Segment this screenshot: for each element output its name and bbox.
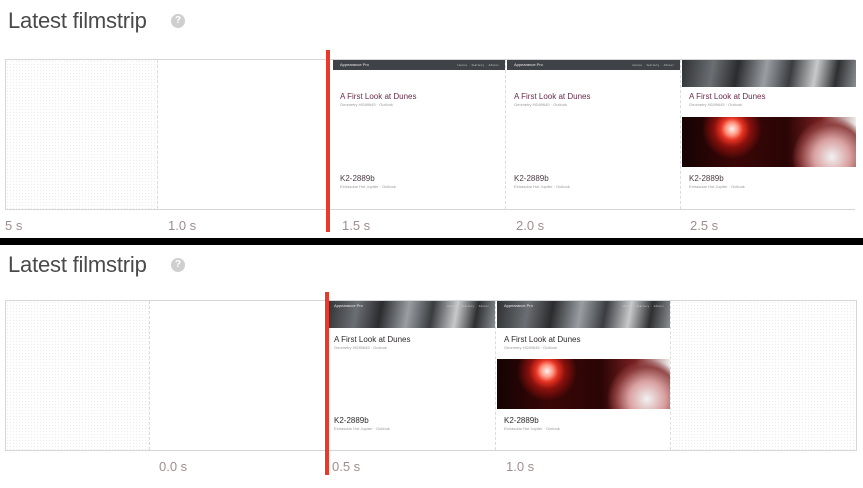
thumbnail-subtitle-2: Extrasolar Hot Jupiter · Outlook — [334, 426, 390, 431]
filmstrip-frame-4[interactable]: Appearance Pro Home · Gallery · About A … — [507, 60, 681, 209]
thumbnail-navbar: Appearance Pro Home · Gallery · About — [327, 301, 495, 328]
filmstrip-frame-5[interactable] — [672, 301, 856, 450]
thumbnail-subtitle-2: Extrasolar Hot Jupiter · Outlook — [689, 184, 745, 189]
time-label: 1.0 s — [506, 459, 535, 474]
thumbnail-brand: Appearance Pro — [504, 303, 533, 308]
filmstrip: Appearance Pro Home · Gallery · About A … — [5, 59, 856, 210]
filmstrip-frame-4[interactable]: Appearance Pro Home · Gallery · About A … — [497, 301, 671, 450]
filmstrip-frame-1[interactable] — [6, 301, 150, 450]
thumbnail-heading-2: K2-2889b — [340, 174, 375, 183]
thumbnail-hero-image — [682, 60, 856, 87]
thumbnail-heading: A First Look at Dunes — [514, 92, 591, 101]
thumbnail-heading-2: K2-2889b — [689, 174, 724, 183]
thumbnail-heading: A First Look at Dunes — [689, 92, 766, 101]
panel-title: Latest filmstrip — [8, 8, 147, 33]
filmstrip-frame-1[interactable] — [6, 60, 158, 209]
playhead-marker[interactable] — [326, 50, 330, 232]
filmstrip-frame-5[interactable]: A First Look at Dunes Geometry HD89645 ·… — [682, 60, 856, 209]
thumbnail-subtitle: Geometry HD89645 · Outlook — [340, 102, 393, 107]
thumbnail-heading-2: K2-2889b — [334, 416, 369, 425]
thumbnail-navbar: Appearance Pro Home · Gallery · About — [507, 60, 680, 70]
filmstrip: Appearance Pro Home · Gallery · About A … — [5, 300, 857, 451]
thumbnail-heading-2: K2-2889b — [504, 416, 539, 425]
thumbnail-brand: Appearance Pro — [334, 303, 363, 308]
filmstrip-panel-bottom: Latest filmstrip ? Appearance Pro Home ·… — [0, 245, 863, 488]
help-icon[interactable]: ? — [171, 14, 185, 28]
thumbnail-heading: A First Look at Dunes — [504, 335, 581, 344]
time-label: 2.0 s — [516, 218, 545, 233]
thumbnail-brand: Appearance Pro — [340, 62, 369, 67]
panel-divider — [0, 238, 863, 245]
playhead-marker[interactable] — [325, 292, 329, 475]
filmstrip-frame-3[interactable]: Appearance Pro Home · Gallery · About A … — [327, 301, 496, 450]
thumbnail-subtitle-2: Extrasolar Hot Jupiter · Outlook — [504, 426, 560, 431]
thumbnail-navbar: Appearance Pro Home · Gallery · About — [333, 60, 505, 70]
time-label: 2.5 s — [690, 218, 719, 233]
help-icon[interactable]: ? — [171, 258, 185, 272]
time-label: 5 s — [5, 218, 23, 233]
thumbnail-nav-links: Home · Gallery · About — [457, 63, 499, 67]
thumbnail-subtitle: Geometry HD89645 · Outlook — [514, 102, 567, 107]
thumbnail-nav-links: Home · Gallery · About — [447, 304, 489, 308]
thumbnail-subtitle: Geometry HD89645 · Outlook — [334, 345, 387, 350]
thumbnail-planet-image — [497, 359, 670, 409]
filmstrip-frame-2[interactable] — [150, 301, 327, 450]
filmstrip-frame-3[interactable]: Appearance Pro Home · Gallery · About A … — [333, 60, 506, 209]
time-label: 0.0 s — [159, 459, 188, 474]
thumbnail-subtitle-2: Extrasolar Hot Jupiter · Outlook — [340, 184, 396, 189]
thumbnail-nav-links: Home · Gallery · About — [632, 63, 674, 67]
thumbnail-heading: A First Look at Dunes — [340, 92, 417, 101]
thumbnail-subtitle-2: Extrasolar Hot Jupiter · Outlook — [514, 184, 570, 189]
thumbnail-heading: A First Look at Dunes — [334, 335, 411, 344]
time-label: 1.5 s — [342, 218, 371, 233]
page-thumbnail: Appearance Pro Home · Gallery · About A … — [497, 301, 670, 450]
timeline-labels: 5 s 1.0 s 1.5 s 2.0 s 2.5 s — [0, 218, 863, 238]
thumbnail-nav-links: Home · Gallery · About — [622, 304, 664, 308]
page-thumbnail: Appearance Pro Home · Gallery · About A … — [327, 301, 495, 450]
thumbnail-subtitle: Geometry HD89645 · Outlook — [689, 102, 742, 107]
thumbnail-heading-2: K2-2889b — [514, 174, 549, 183]
timeline-labels: 0.0 s 0.5 s 1.0 s — [0, 459, 863, 479]
time-label: 0.5 s — [332, 459, 361, 474]
filmstrip-panel-top: Latest filmstrip ? Appearance Pro Home ·… — [0, 0, 863, 238]
page-thumbnail: A First Look at Dunes Geometry HD89645 ·… — [682, 60, 856, 209]
page-thumbnail: Appearance Pro Home · Gallery · About A … — [507, 60, 680, 209]
thumbnail-subtitle: Geometry HD89645 · Outlook — [504, 345, 557, 350]
thumbnail-navbar: Appearance Pro Home · Gallery · About — [497, 301, 670, 328]
page-thumbnail: Appearance Pro Home · Gallery · About A … — [333, 60, 505, 209]
filmstrip-frame-2[interactable] — [158, 60, 330, 209]
time-label: 1.0 s — [168, 218, 197, 233]
panel-title: Latest filmstrip — [8, 252, 147, 277]
thumbnail-brand: Appearance Pro — [514, 62, 543, 67]
thumbnail-planet-image — [682, 117, 856, 167]
